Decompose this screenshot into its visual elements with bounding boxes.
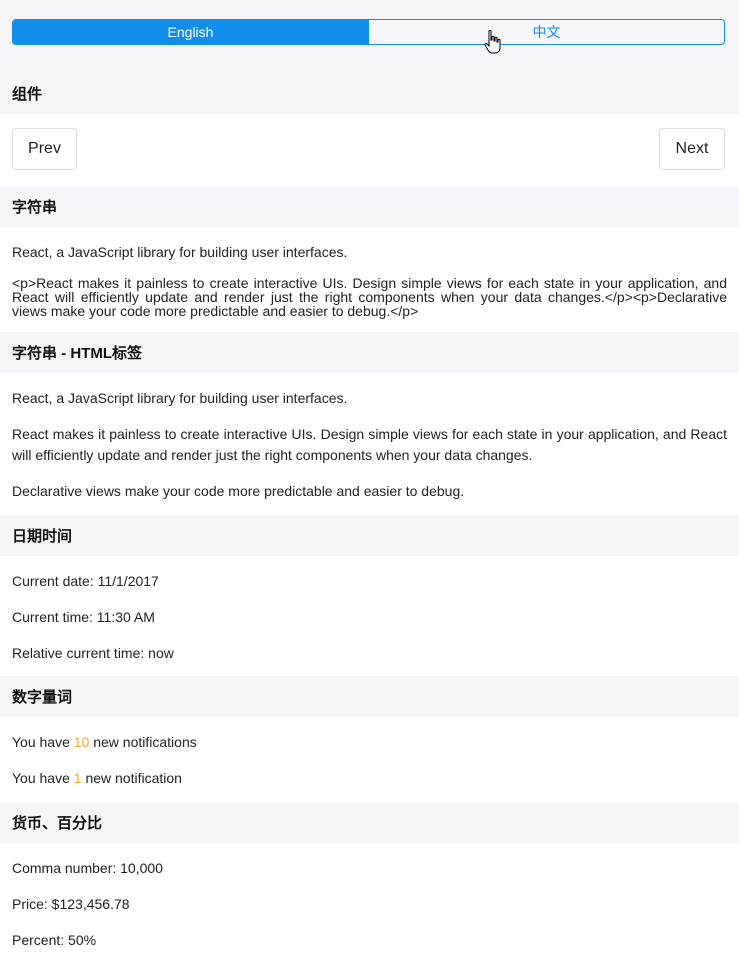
price: Price: $123,456.78 (12, 896, 130, 912)
hand-pointer-cursor-icon (484, 29, 501, 54)
pager: Prev Next (0, 114, 739, 186)
plural-prefix: You have (12, 734, 74, 750)
plural-content: You have 10 new notifications You have 1… (0, 717, 739, 802)
segment-chinese[interactable]: 中文 (368, 20, 724, 44)
string-html-para2: Declarative views make your code more pr… (12, 483, 465, 499)
current-time: Current time: 11:30 AM (12, 609, 155, 625)
section-title-string-html: 字符串 - HTML标签 (0, 332, 739, 373)
string-content: React, a JavaScript library for building… (0, 227, 739, 332)
relative-time: Relative current time: now (12, 645, 174, 661)
plural-suffix: new notifications (89, 734, 197, 750)
singular-prefix: You have (12, 770, 74, 786)
language-segmented-control[interactable]: English 中文 (12, 19, 725, 45)
datetime-title-text: 日期时间 (12, 528, 73, 545)
plural-title-text: 数字量词 (12, 689, 73, 706)
section-title-datetime: 日期时间 (0, 515, 739, 556)
string-title-text: 字符串 (12, 199, 58, 216)
string-line: React, a JavaScript library for building… (12, 244, 348, 260)
current-date: Current date: 11/1/2017 (12, 573, 159, 589)
section-title-string: 字符串 (0, 186, 739, 227)
section-title-plural: 数字量词 (0, 676, 739, 717)
singular-count: 1 (73, 770, 82, 786)
section-title-components: 组件 (0, 73, 739, 114)
currency-content: Comma number: 10,000 Price: $123,456.78 … (0, 843, 739, 964)
percent: Percent: 50% (12, 932, 97, 948)
notifications-line-plural: You have 10 new notifications (12, 732, 727, 752)
currency-title-text: 货币、百分比 (12, 815, 103, 832)
string-html-para1: React makes it painless to create intera… (12, 426, 727, 463)
plural-count: 10 (73, 734, 90, 750)
string-html-title-text: 字符串 - HTML标签 (12, 345, 142, 362)
next-button[interactable]: Next (659, 128, 725, 170)
section-title-currency: 货币、百分比 (0, 802, 739, 843)
singular-suffix: new notification (81, 770, 182, 786)
string-html-content: React, a JavaScript library for building… (0, 373, 739, 515)
string-html-line: React, a JavaScript library for building… (12, 390, 348, 406)
string-raw-html: <p>React makes it painless to create int… (12, 275, 727, 319)
segment-english[interactable]: English (13, 20, 368, 44)
prev-button[interactable]: Prev (12, 128, 77, 170)
notifications-line-singular: You have 1 new notification (12, 768, 727, 788)
datetime-content: Current date: 11/1/2017 Current time: 11… (0, 556, 739, 676)
language-switch-bar: English 中文 (0, 0, 739, 73)
components-title-text: 组件 (12, 86, 43, 103)
comma-number: Comma number: 10,000 (12, 860, 163, 876)
